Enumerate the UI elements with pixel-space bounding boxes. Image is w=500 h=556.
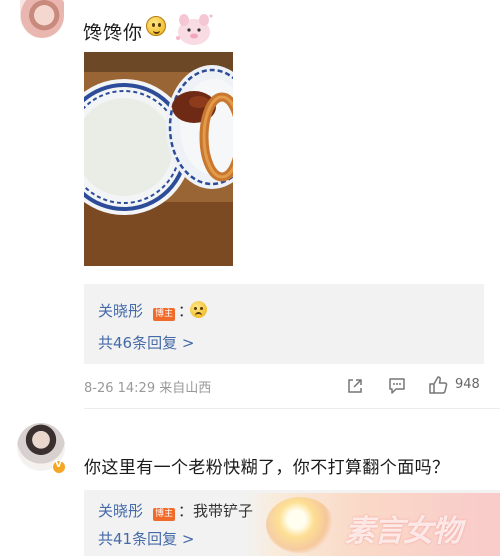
reply-count-link[interactable]: 共41条回复 >: [98, 528, 194, 549]
share-icon[interactable]: [346, 377, 364, 395]
pig-sticker-icon: [176, 14, 213, 45]
comment-icon[interactable]: [388, 377, 406, 395]
comment-text: 你这里有一个老粉快糊了，你不打算翻个面吗？: [84, 458, 450, 478]
verified-icon: [52, 460, 66, 474]
avatar[interactable]: [20, 0, 64, 38]
badge-label: 博主: [153, 308, 176, 321]
smile-emoji-icon: [146, 16, 166, 36]
reply-text: ：我带铲子: [178, 502, 254, 520]
watermark-logo-icon: [266, 497, 334, 553]
reply-author[interactable]: 关晓彤: [98, 500, 143, 521]
watermark-text: 素言女物: [345, 514, 462, 549]
divider: [84, 408, 500, 409]
reply-author[interactable]: 关晓彤: [98, 300, 143, 321]
author-badge: 博主: [151, 303, 176, 322]
reply-count-link[interactable]: 共46条回复 >: [98, 332, 194, 353]
author-badge: 博主: [151, 503, 176, 522]
comment-text: 馋馋你: [83, 22, 144, 44]
food-photo[interactable]: [84, 52, 233, 266]
badge-label: 博主: [153, 508, 176, 521]
like-count: 948: [455, 377, 480, 392]
sad-face-emoji-icon: [190, 301, 207, 318]
thumbs-up-icon[interactable]: [428, 375, 448, 395]
reply-preview[interactable]: 关晓彤 博主 ： 共46条回复 >: [84, 284, 484, 364]
comment-meta: 8-26 14:29 来自山西: [84, 381, 212, 396]
